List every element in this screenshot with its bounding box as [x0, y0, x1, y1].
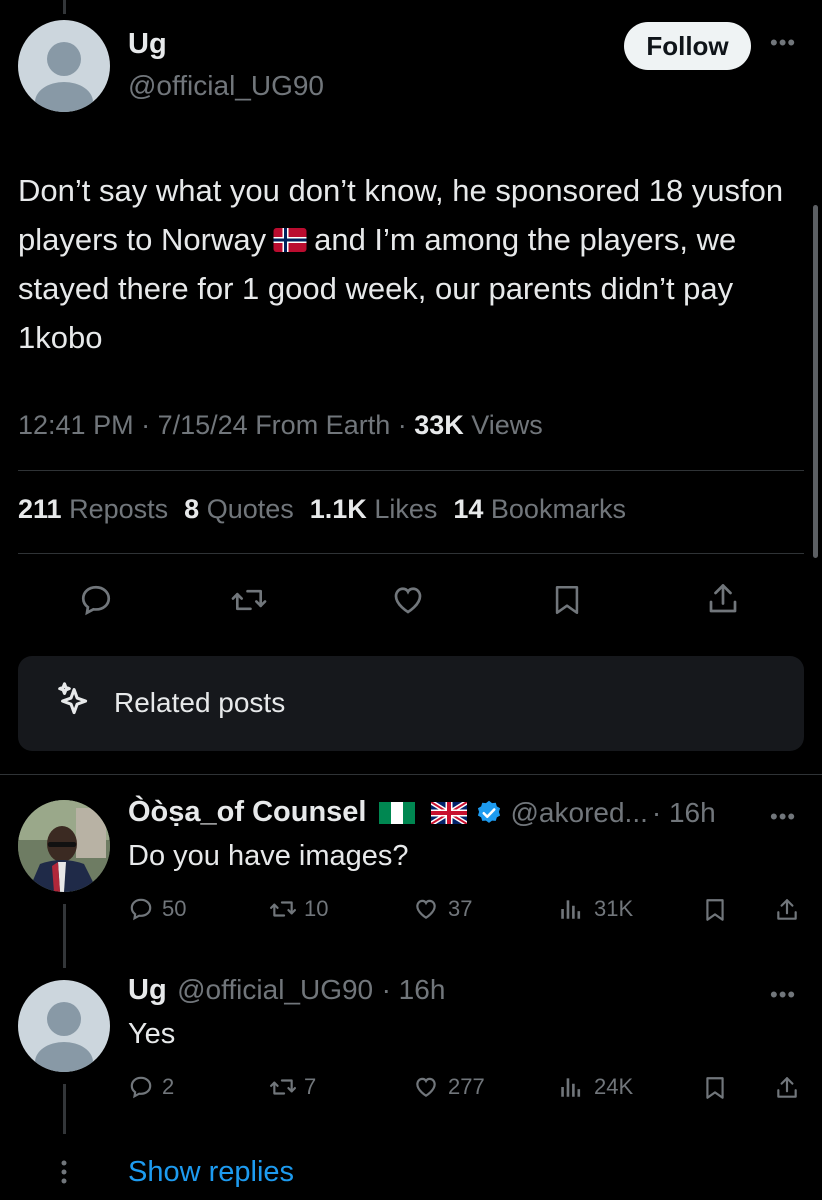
more-options-icon[interactable]: ••• [770, 982, 796, 1008]
tweet-date[interactable]: 7/15/24 [158, 410, 248, 440]
reply-header: Ug @official_UG90 · 16h [128, 974, 445, 1007]
vertical-dots-icon [58, 1158, 70, 1188]
uk-flag-icon [430, 801, 467, 824]
author-name[interactable]: Ug [128, 28, 167, 61]
bookmark-icon[interactable] [702, 1074, 728, 1102]
views-label: Views [471, 410, 543, 440]
reply-avatar[interactable] [18, 800, 110, 892]
reply-avatar[interactable] [18, 980, 110, 1072]
views-count: 33K [414, 410, 464, 440]
views-count-reply[interactable]: 31K [558, 896, 633, 922]
divider [18, 470, 804, 471]
reply-text: Do you have images? [128, 840, 409, 872]
reply-author-handle[interactable]: @akored... [511, 797, 648, 829]
reply-actions: 2 7 277 24K [128, 1074, 808, 1104]
scrollbar[interactable] [813, 205, 818, 558]
reply-count[interactable]: 2 [128, 1074, 174, 1100]
tweet-time[interactable]: 12:41 PM [18, 410, 134, 440]
reply-header: Òòṣa_of Counsel @akored... · 16h [128, 796, 716, 829]
reply-text: Yes [128, 1018, 176, 1050]
author-handle[interactable]: @official_UG90 [128, 70, 324, 102]
repost-count[interactable]: 7 [268, 1074, 316, 1100]
engagement-stats: 211 Reposts 8 Quotes 1.1K Likes 14 Bookm… [18, 494, 626, 525]
like-count[interactable]: 37 [412, 896, 472, 922]
reply-icon[interactable] [78, 582, 114, 618]
reply-count[interactable]: 50 [128, 896, 186, 922]
thread-line-top [63, 0, 66, 14]
like-count[interactable]: 277 [412, 1074, 485, 1100]
reply-time[interactable]: · 16h [382, 974, 446, 1005]
share-icon[interactable] [774, 896, 800, 924]
bookmark-icon[interactable] [550, 582, 584, 618]
thread-line [63, 904, 66, 968]
nigeria-flag-icon [378, 801, 415, 824]
reply-author-handle[interactable]: @official_UG90 [177, 974, 373, 1005]
norway-flag-icon [272, 228, 308, 252]
related-posts-card[interactable]: Related posts [18, 656, 804, 751]
repost-icon[interactable] [230, 582, 268, 618]
more-options-icon[interactable]: ••• [770, 804, 796, 830]
author-avatar[interactable] [18, 20, 110, 112]
tweet-meta: 12:41 PM · 7/15/24 From Earth · 33K View… [18, 410, 543, 440]
follow-button[interactable]: Follow [624, 22, 751, 70]
thread-line [63, 1084, 66, 1134]
reply-author-name[interactable]: Ug [128, 974, 167, 1006]
show-replies-link[interactable]: Show replies [128, 1156, 294, 1189]
reposts-stat[interactable]: 211 Reposts [18, 494, 168, 525]
quotes-stat[interactable]: 8 Quotes [184, 494, 294, 525]
verified-badge-icon [475, 799, 503, 827]
share-icon[interactable] [705, 580, 741, 618]
bookmark-icon[interactable] [702, 896, 728, 924]
like-icon[interactable] [389, 582, 427, 618]
sparkle-icon [53, 680, 99, 726]
related-posts-label: Related posts [114, 687, 286, 718]
reply-author-name[interactable]: Òòṣa_of Counsel [128, 796, 367, 829]
reply-actions: 50 10 37 31K [128, 896, 808, 926]
repost-count[interactable]: 10 [268, 896, 328, 922]
divider [18, 553, 804, 554]
bookmarks-stat[interactable]: 14 Bookmarks [453, 494, 626, 525]
more-options-icon[interactable]: ••• [770, 30, 796, 56]
tweet-text: Don’t say what you don’t know, he sponso… [18, 166, 803, 362]
views-count-reply[interactable]: 24K [558, 1074, 633, 1100]
section-divider [0, 774, 822, 775]
reply-time[interactable]: · 16h [652, 797, 716, 829]
likes-stat[interactable]: 1.1K Likes [310, 494, 438, 525]
tweet-source: From Earth [255, 410, 391, 440]
share-icon[interactable] [774, 1074, 800, 1102]
